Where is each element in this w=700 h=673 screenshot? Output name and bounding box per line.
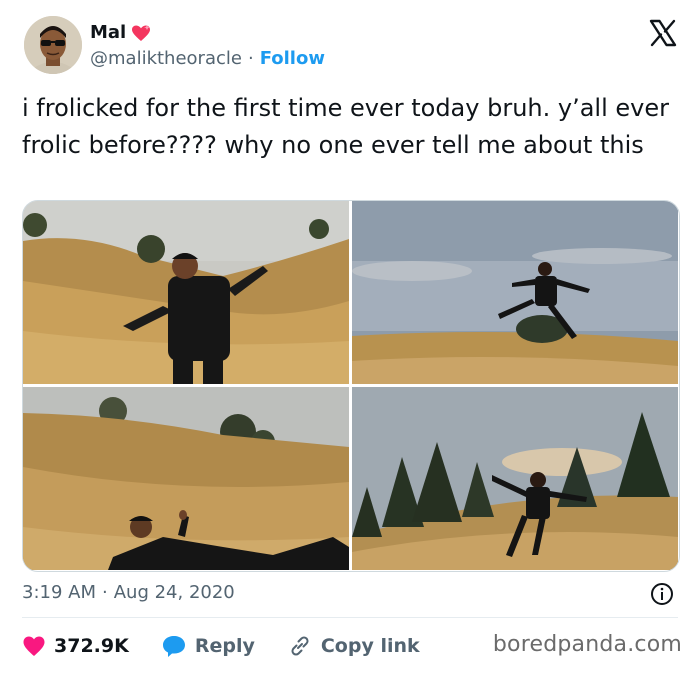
action-bar: 372.9K Reply Copy link xyxy=(22,630,452,662)
copy-link-button[interactable]: Copy link xyxy=(287,634,420,658)
tweet-time: 3:19 AM xyxy=(22,582,96,603)
reply-button[interactable]: Reply xyxy=(161,634,255,658)
heart-icon xyxy=(23,636,45,656)
photo-man-lying-in-grass[interactable] xyxy=(23,387,349,570)
link-icon xyxy=(291,636,309,656)
photo-man-leaping-on-hilltop[interactable] xyxy=(352,201,678,384)
handle-separator: · xyxy=(247,48,254,69)
info-icon[interactable] xyxy=(650,582,674,606)
author-display-name[interactable]: Mal xyxy=(90,22,126,43)
reply-label: Reply xyxy=(194,635,255,657)
author-avatar[interactable] xyxy=(24,16,82,74)
photo-man-arms-spread-on-hillside[interactable] xyxy=(23,201,349,384)
tweet-timestamp[interactable]: 3:19 AM · Aug 24, 2020 xyxy=(22,582,235,603)
tweet-text: i frolicked for the first time ever toda… xyxy=(22,94,669,159)
x-logo-icon[interactable] xyxy=(648,18,678,48)
reply-bubble-icon xyxy=(162,636,185,657)
tweet-header: Mal @maliktheoracle · Follow xyxy=(24,16,684,80)
divider xyxy=(22,617,678,618)
photo-man-spinning-among-trees[interactable] xyxy=(352,387,678,570)
author-handle[interactable]: @maliktheoracle xyxy=(90,48,242,69)
like-button[interactable]: 372.9K xyxy=(22,635,129,657)
watermark: boredpanda.com xyxy=(492,632,682,657)
sparkling-heart-icon xyxy=(132,24,151,41)
media-grid xyxy=(22,200,680,572)
timestamp-separator: · xyxy=(102,582,108,603)
like-count: 372.9K xyxy=(54,635,129,657)
follow-button[interactable]: Follow xyxy=(260,48,325,69)
copy-link-label: Copy link xyxy=(320,635,420,657)
tweet-date: Aug 24, 2020 xyxy=(113,582,235,603)
